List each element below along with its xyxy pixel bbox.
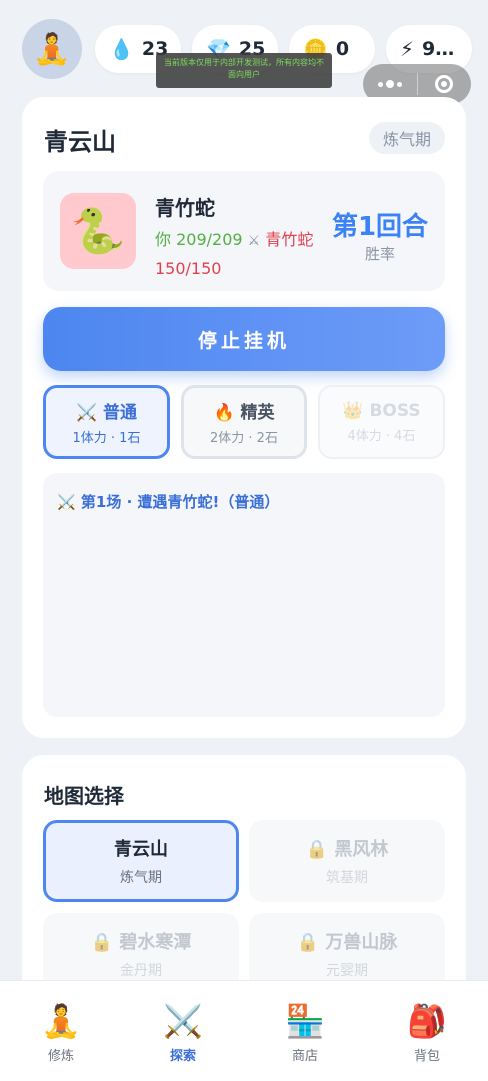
mode-elite-cost: 2体力 · 2石 [210,431,278,446]
crown-icon: 👑 [342,400,364,421]
map-name: 青云山 [114,839,168,860]
snake-icon: 🐍 [60,193,136,269]
lightning-icon: ⚡ [400,37,415,61]
stop-idle-button[interactable]: 停止挂机 [43,307,445,371]
dev-notice: 当前版本仅用于内部开发测试，所有内容均不面向用户 [156,53,332,88]
you-hp: 209/209 [176,230,243,249]
nav-label: 商店 [291,1049,318,1064]
coin-value: 0 [335,38,350,60]
mode-boss-button[interactable]: 👑 BOSS 4体力 · 4石 [318,385,445,459]
lock-icon: 🔒 [305,839,329,860]
nav-explore[interactable]: ⚔️ 探索 [122,981,244,1081]
enemy-name: 青竹蛇 [155,196,215,220]
lock-icon: 🔒 [90,932,114,953]
nav-label: 探索 [169,1049,196,1064]
realm-badge: 炼气期 [369,122,445,154]
you-label: 你 [155,230,172,249]
map-name: 万兽山脉 [325,932,398,953]
map-realm: 元婴期 [326,963,368,979]
map-card-qingyun[interactable]: 青云山 炼气期 [43,820,239,902]
map-name: 黑风林 [334,839,389,860]
crossed-swords-icon: ⚔️ [75,403,98,423]
fire-icon: 🔥 [213,403,235,423]
bottom-nav: 🧘 修炼 ⚔️ 探索 🏪 商店 🎒 背包 [0,980,488,1081]
nav-cultivate[interactable]: 🧘 修炼 [0,981,122,1081]
mode-normal-cost: 1体力 · 1石 [72,431,141,446]
crossed-swords-icon: ⚔️ [57,493,76,511]
page-title: 青云山 [44,128,116,156]
lock-icon: 🔒 [296,932,320,953]
winrate-label: 胜率 [364,245,395,263]
water-drop-icon: 💧 [109,37,134,61]
map-name: 碧水寒潭 [119,932,192,953]
map-realm: 炼气期 [120,870,162,886]
enemy-label: 青竹蛇 [265,230,314,249]
close-icon[interactable] [417,75,471,93]
mode-normal-button[interactable]: ⚔️ 普通 1体力 · 1石 [43,385,170,459]
avatar[interactable]: 🧘 [22,19,82,79]
nav-label: 背包 [413,1049,440,1064]
nav-shop[interactable]: 🏪 商店 [244,981,366,1081]
store-icon: 🏪 [285,1002,325,1040]
mode-elite-title: 🔥 精英 [213,403,275,423]
map-select-title: 地图选择 [44,784,124,808]
map-realm: 筑基期 [326,870,368,886]
energy-value: 9… [422,38,455,60]
backpack-icon: 🎒 [407,1002,447,1040]
crossed-swords-icon: ⚔️ [163,1002,203,1040]
log-entry: ⚔️ 第1场 · 遭遇青竹蛇!（普通） [57,493,280,511]
round-counter: 第1回合 [331,212,429,242]
crossed-swords-icon: ⚔ [247,233,261,249]
nav-bag[interactable]: 🎒 背包 [366,981,488,1081]
nav-label: 修炼 [47,1049,74,1064]
mode-normal-title: ⚔️ 普通 [75,403,138,423]
more-icon[interactable] [363,80,417,88]
hp-line: 你 209/209 ⚔ 青竹蛇 150/150 [155,226,325,283]
mode-boss-cost: 4体力 · 4石 [347,428,416,444]
map-realm: 金丹期 [120,963,162,979]
mode-elite-button[interactable]: 🔥 精英 2体力 · 2石 [181,385,307,459]
meditating-person-icon: 🧘 [33,31,71,67]
map-card-heifeng[interactable]: 🔒 黑风林 筑基期 [249,820,445,902]
mode-boss-title: 👑 BOSS [342,400,421,421]
enemy-hp: 150/150 [155,259,222,278]
meditating-person-icon: 🧘 [41,1002,81,1040]
